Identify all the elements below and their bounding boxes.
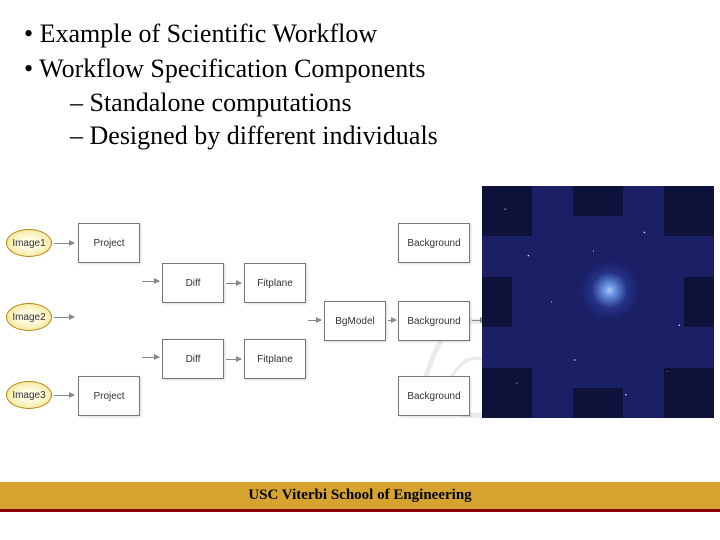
arrow (142, 281, 159, 282)
footer-text: USC Viterbi School of Engineering (248, 487, 471, 504)
node-background-1: Background (398, 223, 470, 263)
arrow (54, 243, 74, 244)
arrow (54, 395, 74, 396)
bullet-list: Example of Scientific Workflow Workflow … (0, 0, 720, 152)
slide: Example of Scientific Workflow Workflow … (0, 0, 720, 540)
footer-band: USC Viterbi School of Engineering (0, 482, 720, 512)
node-project-1: Project (78, 223, 140, 263)
node-project-3: Project (78, 376, 140, 416)
node-diff-1: Diff (162, 263, 224, 303)
arrow (388, 320, 396, 321)
node-bgmodel: BgModel (324, 301, 386, 341)
node-fitplane-1: Fitplane (244, 263, 306, 303)
bullet-1: Example of Scientific Workflow (24, 18, 696, 51)
subbullet-2: Designed by different individuals (24, 120, 696, 153)
subbullet-1: Standalone computations (24, 87, 696, 120)
arrow (308, 320, 321, 321)
node-image1: Image1 (6, 229, 52, 257)
node-background-2: Background (398, 301, 470, 341)
node-diff-2: Diff (162, 339, 224, 379)
arrow (226, 359, 241, 360)
node-image2: Image2 (6, 303, 52, 331)
node-background-3: Background (398, 376, 470, 416)
sky-image (482, 186, 714, 418)
node-fitplane-2: Fitplane (244, 339, 306, 379)
arrow (142, 357, 159, 358)
bullet-2: Workflow Specification Components (24, 53, 696, 86)
arrow (54, 317, 74, 318)
footer-spacer (0, 512, 720, 540)
node-image3: Image3 (6, 381, 52, 409)
arrow (226, 283, 241, 284)
